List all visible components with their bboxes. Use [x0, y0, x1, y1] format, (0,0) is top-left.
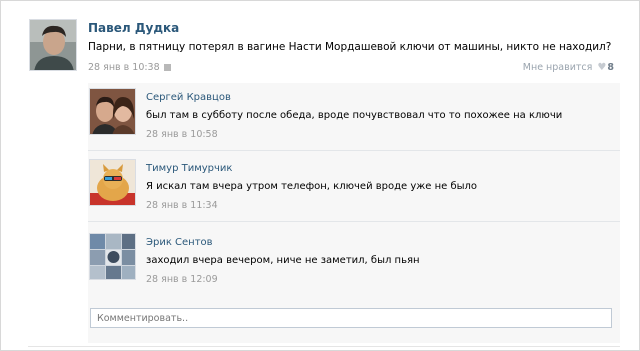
comment: Тимур Тимурчик Я искал там вчера утром т…	[88, 154, 620, 222]
like-label: Мне нравится	[522, 62, 593, 73]
comment-avatar[interactable]	[89, 88, 136, 135]
heart-icon: ♥	[597, 62, 607, 73]
edit-icon[interactable]	[163, 64, 171, 71]
comment-text: заходил вчера вечером, ниче не заметил, …	[146, 255, 420, 266]
comment-author[interactable]: Сергей Кравцов	[146, 92, 231, 103]
like-button[interactable]: Мне нравится ♥8	[523, 62, 614, 73]
author-avatar[interactable]	[29, 19, 77, 71]
comment-time[interactable]: 28 янв в 12:09	[146, 274, 218, 285]
comment-author[interactable]: Эрик Сентов	[146, 237, 213, 248]
comment: Сергей Кравцов был там в субботу после о…	[88, 83, 620, 151]
commenter-photo	[90, 160, 135, 205]
comment-text: был там в субботу после обеда, вроде поч…	[146, 110, 563, 121]
bottom-divider	[28, 346, 620, 347]
comment-divider	[88, 221, 620, 222]
comment-time[interactable]: 28 янв в 10:58	[146, 129, 218, 140]
author-name[interactable]: Павел Дудка	[88, 21, 179, 35]
comment: Эрик Сентов заходил вчера вечером, ниче …	[88, 228, 620, 296]
comment-author[interactable]: Тимур Тимурчик	[146, 163, 232, 174]
comment-input[interactable]: Комментировать..	[90, 308, 612, 328]
commenter-photo	[90, 89, 135, 134]
comment-text: Я искал там вчера утром телефон, ключей …	[146, 181, 478, 192]
commenter-photo	[90, 234, 135, 279]
post-time[interactable]: 28 янв в 10:38	[88, 62, 171, 73]
author-photo	[30, 20, 76, 70]
comment-avatar[interactable]	[89, 159, 136, 206]
post-text: Парни, в пятницу потерял в вагине Насти …	[88, 41, 612, 53]
comment-avatar[interactable]	[89, 233, 136, 280]
wall-post: Павел Дудка Парни, в пятницу потерял в в…	[0, 0, 640, 351]
comments-section: Сергей Кравцов был там в субботу после о…	[88, 83, 620, 343]
post-time-label[interactable]: 28 янв в 10:38	[88, 62, 160, 73]
comment-time[interactable]: 28 янв в 11:34	[146, 200, 218, 211]
like-count: 8	[607, 62, 614, 73]
comment-divider	[88, 150, 620, 151]
